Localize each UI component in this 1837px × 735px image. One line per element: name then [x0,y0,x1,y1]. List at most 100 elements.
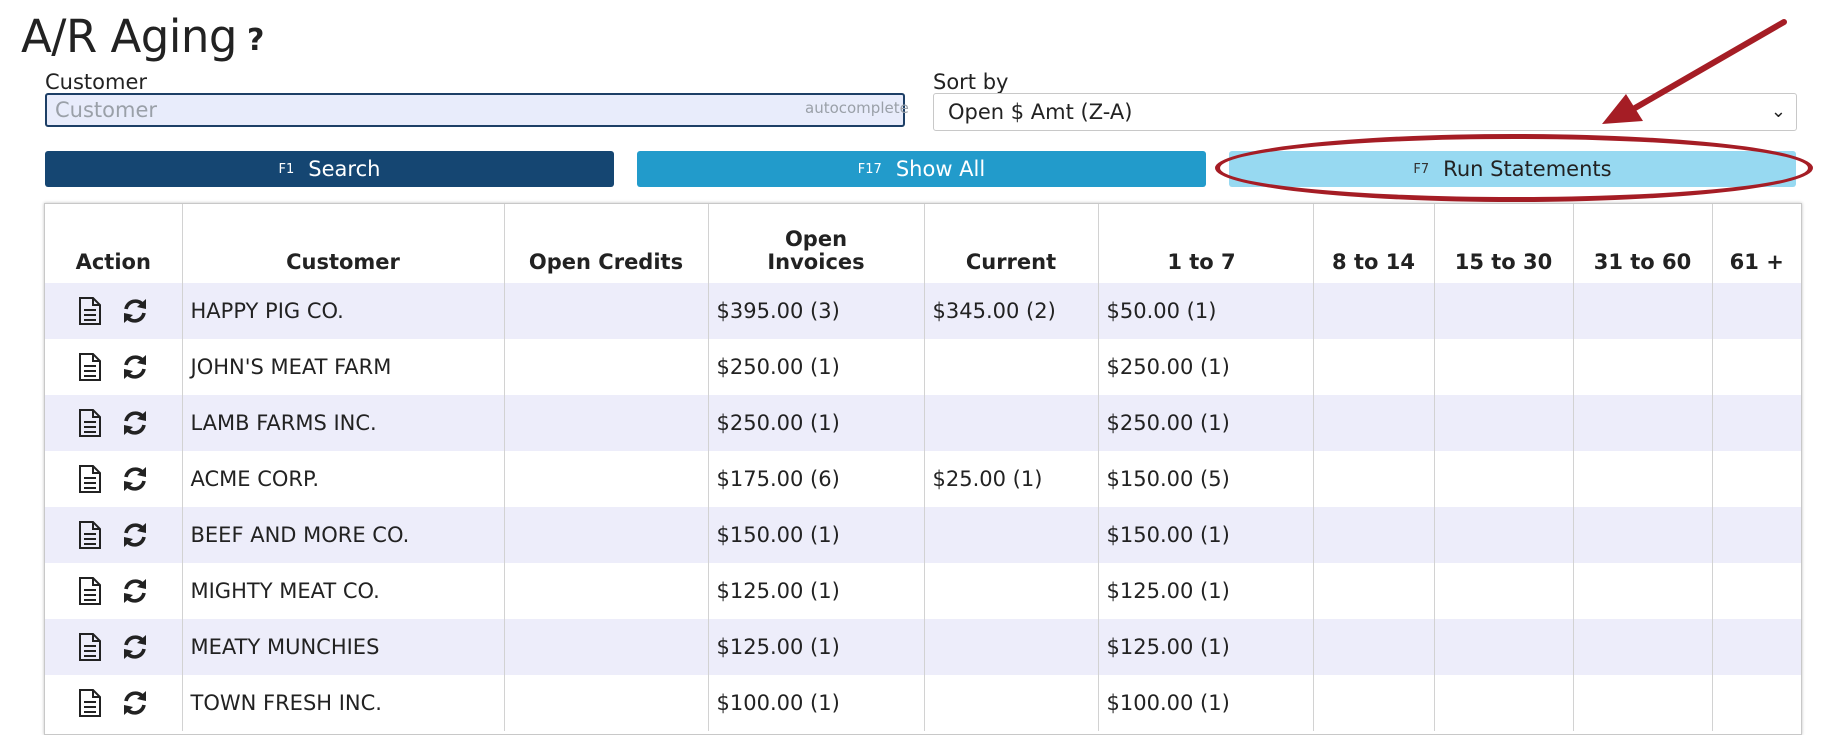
show-all-fkey: F17 [857,161,882,177]
chevron-down-icon: ⌄ [1770,101,1786,122]
action-cell [45,619,182,675]
column-header-action[interactable]: Action [45,204,182,283]
document-icon[interactable] [77,576,103,606]
action-cell [45,283,182,339]
8-to-14-cell [1312,283,1434,339]
1-to-7-cell: $150.00 (5) [1097,451,1313,507]
page-title: A/R Aging? [21,10,264,63]
open-credits-cell [503,339,708,395]
document-icon[interactable] [77,632,103,662]
61-plus-cell [1711,507,1801,563]
show-all-button-label: Show All [895,157,986,181]
table-row: MEATY MUNCHIES $125.00 (1) $125.00 (1) [45,619,1801,675]
aging-table: Action Customer Open Credits Open Invoices C… [44,203,1802,735]
61-plus-cell [1711,395,1801,451]
sort-by-value: Open $ Amt (Z-A) [948,100,1133,124]
table-row: BEEF AND MORE CO. $150.00 (1) $150.00 (1) [45,507,1801,563]
column-header-1-to-7[interactable]: 1 to 7 [1097,204,1313,283]
column-header-15-to-30[interactable]: 15 to 30 [1433,204,1573,283]
15-to-30-cell [1433,339,1573,395]
document-icon[interactable] [77,296,103,326]
31-to-60-cell [1572,283,1712,339]
61-plus-cell [1711,283,1801,339]
31-to-60-cell [1572,451,1712,507]
refresh-icon[interactable] [121,353,149,381]
column-header-61-plus[interactable]: 61 + [1711,204,1801,283]
table-header-row: Action Customer Open Credits Open Invoices C… [45,204,1801,283]
column-header-customer[interactable]: Customer [181,204,504,283]
8-to-14-cell [1312,451,1434,507]
table-row: LAMB FARMS INC. $250.00 (1) $250.00 (1) [45,395,1801,451]
8-to-14-cell [1312,395,1434,451]
column-header-8-to-14[interactable]: 8 to 14 [1312,204,1434,283]
current-cell [923,675,1098,731]
61-plus-cell [1711,339,1801,395]
current-cell [923,507,1098,563]
31-to-60-cell [1572,675,1712,731]
open-invoices-cell: $150.00 (1) [707,507,924,563]
action-cell [45,395,182,451]
open-invoices-cell: $250.00 (1) [707,395,924,451]
search-button[interactable]: F1 Search [45,151,614,187]
refresh-icon[interactable] [121,521,149,549]
current-cell: $25.00 (1) [923,451,1098,507]
current-cell [923,563,1098,619]
autocomplete-tag: autocomplete [805,99,909,117]
open-invoices-cell: $175.00 (6) [707,451,924,507]
8-to-14-cell [1312,507,1434,563]
column-header-current[interactable]: Current [923,204,1098,283]
open-credits-cell [503,563,708,619]
15-to-30-cell [1433,563,1573,619]
31-to-60-cell [1572,619,1712,675]
refresh-icon[interactable] [121,297,149,325]
customer-cell: BEEF AND MORE CO. [181,507,504,563]
column-header-open-invoices[interactable]: Open Invoices [707,204,924,283]
sort-by-select[interactable]: Open $ Amt (Z-A) ⌄ [933,93,1797,131]
customer-search-input[interactable] [45,93,905,127]
refresh-icon[interactable] [121,577,149,605]
1-to-7-cell: $100.00 (1) [1097,675,1313,731]
open-invoices-cell: $125.00 (1) [707,563,924,619]
document-icon[interactable] [77,464,103,494]
column-header-31-to-60[interactable]: 31 to 60 [1572,204,1712,283]
show-all-button[interactable]: F17 Show All [637,151,1206,187]
refresh-icon[interactable] [121,633,149,661]
15-to-30-cell [1433,507,1573,563]
customer-cell: TOWN FRESH INC. [181,675,504,731]
current-cell [923,619,1098,675]
action-cell [45,563,182,619]
1-to-7-cell: $150.00 (1) [1097,507,1313,563]
column-header-open-credits[interactable]: Open Credits [503,204,708,283]
open-invoices-cell: $125.00 (1) [707,619,924,675]
action-cell [45,451,182,507]
help-icon[interactable]: ? [247,23,264,58]
page-title-text: A/R Aging [21,10,237,63]
document-icon[interactable] [77,520,103,550]
8-to-14-cell [1312,675,1434,731]
run-statements-button[interactable]: F7 Run Statements [1229,151,1796,187]
open-credits-cell [503,675,708,731]
open-invoices-cell: $250.00 (1) [707,339,924,395]
15-to-30-cell [1433,675,1573,731]
1-to-7-cell: $50.00 (1) [1097,283,1313,339]
customer-cell: MIGHTY MEAT CO. [181,563,504,619]
customer-cell: HAPPY PIG CO. [181,283,504,339]
document-icon[interactable] [77,408,103,438]
refresh-icon[interactable] [121,689,149,717]
table-row: HAPPY PIG CO. $395.00 (3) $345.00 (2) $50.0… [45,283,1801,339]
61-plus-cell [1711,675,1801,731]
1-to-7-cell: $250.00 (1) [1097,339,1313,395]
customer-cell: JOHN'S MEAT FARM [181,339,504,395]
31-to-60-cell [1572,507,1712,563]
refresh-icon[interactable] [121,409,149,437]
run-statements-fkey: F7 [1413,161,1430,177]
document-icon[interactable] [77,688,103,718]
table-row: ACME CORP. $175.00 (6) $25.00 (1) $150.00 (… [45,451,1801,507]
document-icon[interactable] [77,352,103,382]
open-credits-cell [503,395,708,451]
refresh-icon[interactable] [121,465,149,493]
15-to-30-cell [1433,619,1573,675]
run-statements-button-label: Run Statements [1443,157,1612,181]
sort-by-label: Sort by [933,70,1009,94]
31-to-60-cell [1572,395,1712,451]
